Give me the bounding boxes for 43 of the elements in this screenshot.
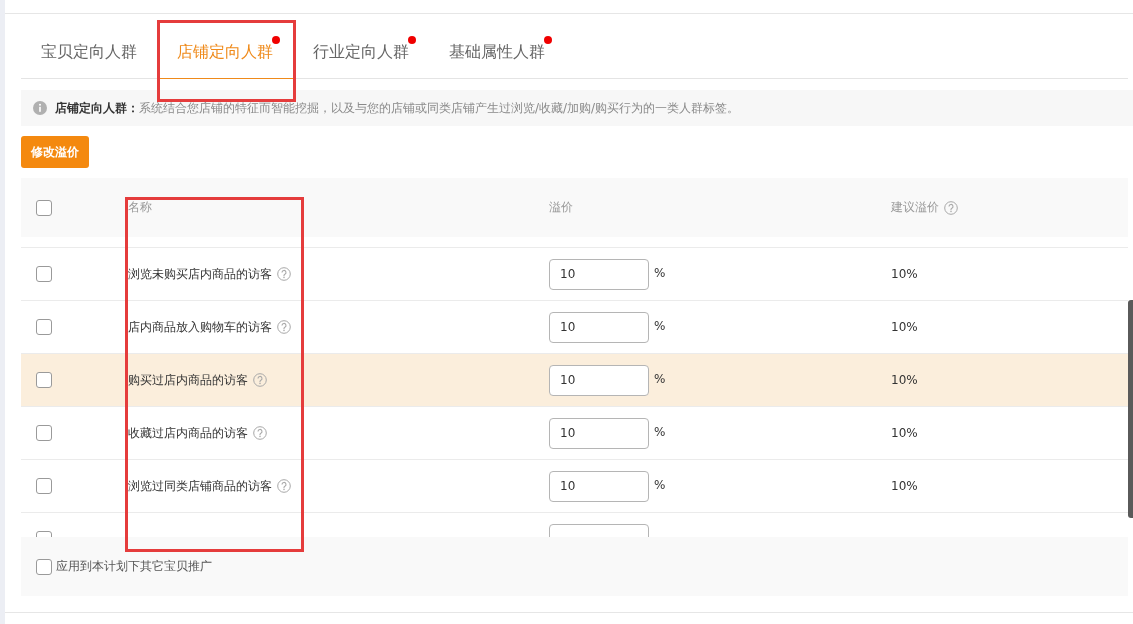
suggested-premium: 10% <box>891 320 918 334</box>
unit-label: % <box>654 318 666 333</box>
info-text: 店铺定向人群：系统结合您店铺的特征而智能挖掘，以及与您的店铺或同类店铺产生过浏览/收藏/加购/购买行为的一类人群标签。 <box>55 99 740 117</box>
info-icon <box>33 101 47 115</box>
row-checkbox[interactable] <box>36 372 52 388</box>
premium-input[interactable]: 10 <box>549 417 649 449</box>
unit-label: % <box>654 477 666 492</box>
audience-name: 购买过店内商品的访客 <box>128 371 248 389</box>
premium-input[interactable]: 10 <box>549 311 649 343</box>
help-icon[interactable] <box>277 320 291 334</box>
apply-checkbox[interactable] <box>36 558 52 575</box>
tab[interactable]: 行业定向人群 <box>293 26 429 79</box>
suggested-premium: 10% <box>891 479 918 493</box>
suggested-premium: 10% <box>891 267 918 281</box>
help-icon[interactable] <box>277 267 291 281</box>
suggested-premium: 10% <box>891 426 918 440</box>
unit-label: % <box>654 424 666 439</box>
help-icon[interactable] <box>944 200 958 215</box>
row-checkbox[interactable] <box>36 319 52 335</box>
tab[interactable]: 宝贝定向人群 <box>21 26 157 79</box>
audience-name: 店内商品放入购物车的访客 <box>128 318 272 336</box>
apply-label: 应用到本计划下其它宝贝推广 <box>56 558 212 575</box>
premium-input[interactable]: 10 <box>549 470 649 502</box>
column-header: 名称 <box>128 199 152 216</box>
audience-name: 浏览未购买店内商品的访客 <box>128 265 272 283</box>
scrollbar-thumb[interactable] <box>1128 300 1133 518</box>
column-header: 建议溢价 <box>891 199 939 216</box>
column-header: 溢价 <box>549 199 573 216</box>
tab[interactable]: 基础属性人群 <box>429 26 565 79</box>
premium-input[interactable]: 10 <box>549 364 649 396</box>
help-icon[interactable] <box>277 479 291 493</box>
row-checkbox[interactable] <box>36 425 52 441</box>
suggested-premium: 10% <box>891 373 918 387</box>
row-checkbox[interactable] <box>36 266 52 282</box>
unit-label: % <box>654 371 666 386</box>
row-checkbox[interactable] <box>36 478 52 494</box>
unit-label: % <box>654 265 666 280</box>
audience-name: 收藏过店内商品的访客 <box>128 424 248 442</box>
audience-name: 浏览过同类店铺商品的访客 <box>128 477 272 495</box>
select-all-checkbox[interactable] <box>36 199 52 216</box>
premium-input[interactable]: 10 <box>549 258 649 290</box>
help-icon[interactable] <box>253 426 267 440</box>
help-icon[interactable] <box>253 373 267 387</box>
